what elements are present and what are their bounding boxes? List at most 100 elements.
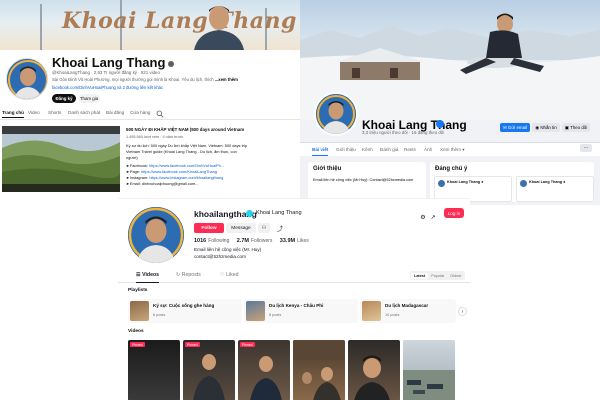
tab-liked[interactable]: ♡ Liked <box>220 272 239 278</box>
youtube-tab-bar: Trang chủ Video Shorts Danh sách phát Bà… <box>0 109 300 120</box>
settings-icon[interactable]: ⚙ <box>418 213 428 223</box>
featured-video-thumbnail[interactable] <box>2 126 120 192</box>
youtube-channel-name: Khoai Lang Thang <box>52 55 175 70</box>
chevron-right-icon[interactable]: › <box>458 307 467 316</box>
video-description-line: Vietnam Travel guide (Khoai Lang Thang -… <box>126 149 237 154</box>
verified-badge-icon <box>436 120 444 128</box>
likes-count: 33.9M <box>279 238 296 244</box>
share-icon[interactable]: ↗ <box>428 213 438 223</box>
video-description-line: ►Instagram: https://www.instagram.com/kh… <box>126 175 224 180</box>
sort-toggle: Latest Popular Oldest <box>410 271 466 280</box>
following-count: 1016 <box>194 238 207 244</box>
tab-shorts[interactable]: Shorts <box>48 110 61 115</box>
instagram-link[interactable]: https://www.instagram.com/khoailangthang <box>149 175 223 180</box>
tiktok-bio-line: contact@52hzmedia.com <box>194 254 246 259</box>
login-button[interactable]: Log in <box>444 208 464 218</box>
playlist-card[interactable]: Du lịch Madagascar 10 posts <box>360 299 456 323</box>
tab-home[interactable]: Trang chủ <box>2 110 24 118</box>
intro-text: Email liên hệ công việc (Mr.Huy): Contac… <box>313 178 414 182</box>
video-thumbnail[interactable] <box>293 340 345 400</box>
post-author: Khoai Lang Thang ● <box>529 180 566 184</box>
facebook-page-panel: Khoai Lang Thang 3,3 triệu người theo dõ… <box>300 0 600 205</box>
tab-reviews[interactable]: Đánh giá <box>380 147 398 152</box>
playlist-title: Du lịch Kenya - Châu Phi <box>269 303 324 308</box>
youtube-channel-avatar[interactable] <box>6 58 48 100</box>
playlist-thumbnail <box>130 301 149 321</box>
sort-latest[interactable]: Latest <box>411 272 429 279</box>
featured-video-meta: 1.495.560 lượt xem · 4 năm trước <box>126 135 184 139</box>
composite-screenshot: Khoai Lang Thang Khoai Lang Thang @Khoai… <box>0 0 600 400</box>
join-button[interactable]: Tham gia <box>78 94 100 103</box>
sort-popular[interactable]: Popular <box>428 273 447 279</box>
video-description-line: người) <box>126 155 138 160</box>
message-button[interactable]: ◉ Nhắn tin <box>532 123 560 132</box>
verified-icon <box>246 210 253 217</box>
tab-more[interactable]: Xem thêm ▾ <box>440 147 465 153</box>
pinned-badge: Pinned <box>130 342 145 347</box>
sort-oldest[interactable]: Oldest <box>447 273 464 279</box>
tab-reposts[interactable]: ↻ Reposts <box>176 272 201 278</box>
featured-card: Đáng chú ý Khoai Lang Thang ● Khoai Lang… <box>430 162 594 202</box>
video-thumbnail[interactable] <box>403 340 455 400</box>
videos-heading: Videos <box>128 329 144 334</box>
more-options-icon[interactable]: ··· <box>580 144 592 152</box>
youtube-channel-description[interactable]: Sài Gòn Đinh Vũ Hoài Phương, mọi người t… <box>52 77 238 82</box>
playlists-heading: Playlists <box>128 288 148 293</box>
playlist-count: 10 posts <box>385 313 400 317</box>
tiktok-top-icons: ⚙ ↗ <box>418 209 438 227</box>
tab-playlists[interactable]: Danh sách phát <box>68 110 100 115</box>
playlist-thumbnail <box>246 301 265 321</box>
tab-videos[interactable]: Video <box>28 110 40 115</box>
share-icon[interactable]: ⤴ <box>274 223 286 233</box>
follow-button[interactable]: ▣ Theo dõi <box>562 123 590 132</box>
likes-label: Likes <box>297 238 309 244</box>
following-label[interactable]: Following <box>208 238 229 244</box>
tab-channels[interactable]: Kênh <box>362 147 373 152</box>
tiktok-nickname: Khoai Lang Thang <box>256 210 302 216</box>
message-button[interactable]: Message <box>226 223 256 233</box>
add-friend-icon[interactable]: ⚇ <box>258 223 270 233</box>
intro-title: Giới thiệu <box>313 166 342 172</box>
video-thumbnail[interactable]: Pinned <box>238 340 290 400</box>
playlist-title: Ký sự: Cuộc sống ghe hàng <box>153 303 215 308</box>
post-author: Khoai Lang Thang ● <box>447 180 484 184</box>
followers-count: 2.7M <box>236 238 249 244</box>
facebook-profile-avatar[interactable] <box>314 92 358 136</box>
video-thumbnail[interactable]: Pinned <box>183 340 235 400</box>
video-description-line: Ký sự du lịch: 500 ngày Du lịch khắp Việ… <box>126 143 247 148</box>
banner-person-image <box>194 6 244 50</box>
subscribe-button[interactable]: Đăng ký <box>52 94 76 103</box>
playlist-card[interactable]: Du lịch Kenya - Châu Phi 8 posts <box>244 299 358 323</box>
avatar <box>438 180 445 187</box>
tab-videos[interactable]: ☰ Videos <box>136 272 160 283</box>
page-link[interactable]: https://www.facebook.com/KhoaiLangThang <box>141 169 217 174</box>
tiktok-stats: 1016 Following 2.7M Followers 33.9M Likes <box>194 238 315 244</box>
followers-label[interactable]: Followers <box>251 238 272 244</box>
send-email-button[interactable]: ✉ Gửi email <box>500 123 530 132</box>
banner-logo-text: Khoai Lang Thang <box>62 8 297 34</box>
tab-posts[interactable]: Bài đăng <box>106 110 124 115</box>
facebook-tab-bar: Bài viết Giới thiệu Kênh Đánh giá Reels … <box>300 142 600 156</box>
youtube-channel-meta: @KhoaiLangThang · 2,93 Tr người đăng ký … <box>52 70 160 75</box>
video-thumbnail[interactable] <box>348 340 400 400</box>
tab-photos[interactable]: Ảnh <box>424 147 432 152</box>
playlist-card[interactable]: Ký sự: Cuộc sống ghe hàng 6 posts <box>128 299 242 323</box>
video-description-line: ►Email: dinhvuhoaiphuong@gmail.com... <box>126 181 199 186</box>
featured-video-title[interactable]: 500 NGÀY ĐI KHẮP VIỆT NAM (500 days arou… <box>126 127 244 132</box>
tab-reels[interactable]: Reels <box>404 147 416 152</box>
tiktok-profile-panel: khoailangthang Khoai Lang Thang Follow M… <box>118 198 470 400</box>
tab-posts[interactable]: Bài viết <box>312 147 329 156</box>
featured-post[interactable]: Khoai Lang Thang ● <box>516 176 594 202</box>
tab-about[interactable]: Giới thiệu <box>336 147 356 152</box>
tab-store[interactable]: Cửa hàng <box>130 110 150 115</box>
facebook-follower-stats[interactable]: 3,3 triệu người theo dõi · 16 đang theo … <box>362 130 444 135</box>
follow-button[interactable]: Follow <box>194 223 224 233</box>
video-description-line: ►Page: https://www.facebook.com/KhoaiLan… <box>126 169 218 174</box>
video-thumbnail[interactable]: Pinned <box>128 340 180 400</box>
facebook-link[interactable]: https://www.facebook.com/DinhVuHoaiPh... <box>149 163 224 168</box>
tiktok-avatar[interactable] <box>128 207 184 263</box>
search-icon[interactable] <box>156 110 164 118</box>
youtube-channel-links[interactable]: facebook.com/DinhVuHoaiPhuong và 2 đường… <box>52 85 163 90</box>
playlist-thumbnail <box>362 301 381 321</box>
youtube-channel-panel: Khoai Lang Thang Khoai Lang Thang @Khoai… <box>0 0 300 205</box>
